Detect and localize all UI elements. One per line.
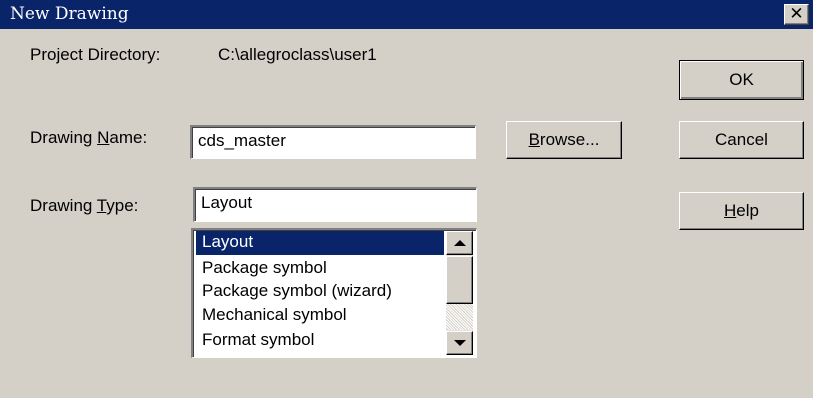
project-directory-value: C:\allegroclass\user1 <box>218 45 377 64</box>
scroll-up-button[interactable] <box>446 231 473 255</box>
drawing-name-label-suffix: ame: <box>109 128 148 147</box>
list-item-mechanical-symbol[interactable]: Mechanical symbol <box>196 304 444 328</box>
browse-mnemonic: B <box>528 130 540 149</box>
drawing-name-label-mnemonic: N <box>97 128 110 147</box>
list-item-format-symbol[interactable]: Format symbol <box>196 329 444 353</box>
list-item-layout[interactable]: Layout <box>196 231 444 255</box>
list-item-package-symbol-wizard[interactable]: Package symbol (wizard) <box>196 280 444 304</box>
scroll-track[interactable] <box>446 304 473 330</box>
drawing-type-list[interactable]: Layout Package symbol Package symbol (wi… <box>191 228 477 358</box>
drawing-name-label-prefix: Drawing <box>30 128 98 147</box>
drawing-type-label-prefix: Drawing <box>30 196 97 215</box>
ok-button[interactable]: OK <box>679 60 804 100</box>
cancel-button[interactable]: Cancel <box>679 121 804 159</box>
drawing-type-label: Drawing Type: <box>30 196 138 216</box>
arrow-up-icon <box>454 240 466 246</box>
close-button[interactable]: ✕ <box>784 4 809 25</box>
browse-button[interactable]: Browse... <box>506 121 622 159</box>
browse-label: rowse... <box>539 130 600 149</box>
drawing-name-input[interactable]: cds_master <box>190 125 476 159</box>
drawing-type-label-mnemonic: T <box>96 196 107 215</box>
drawing-name-label: Drawing Name: <box>30 128 147 148</box>
scroll-thumb[interactable] <box>446 256 473 304</box>
scroll-down-button[interactable] <box>446 331 473 355</box>
close-icon: ✕ <box>789 4 804 24</box>
arrow-down-icon <box>454 340 466 346</box>
title-bar[interactable]: New Drawing ✕ <box>0 0 813 29</box>
help-button[interactable]: Help <box>679 192 804 230</box>
drawing-type-input[interactable]: Layout <box>193 187 477 222</box>
project-directory-label: Project Directory: <box>30 45 161 64</box>
new-drawing-dialog: New Drawing ✕ Project Directory: C:\alle… <box>0 0 813 398</box>
list-item-package-symbol[interactable]: Package symbol <box>196 257 444 281</box>
help-mnemonic: H <box>724 201 737 220</box>
window-title: New Drawing <box>10 4 129 24</box>
drawing-type-label-suffix: ype: <box>106 196 139 215</box>
list-scrollbar[interactable] <box>446 231 473 355</box>
help-label: elp <box>736 201 759 220</box>
